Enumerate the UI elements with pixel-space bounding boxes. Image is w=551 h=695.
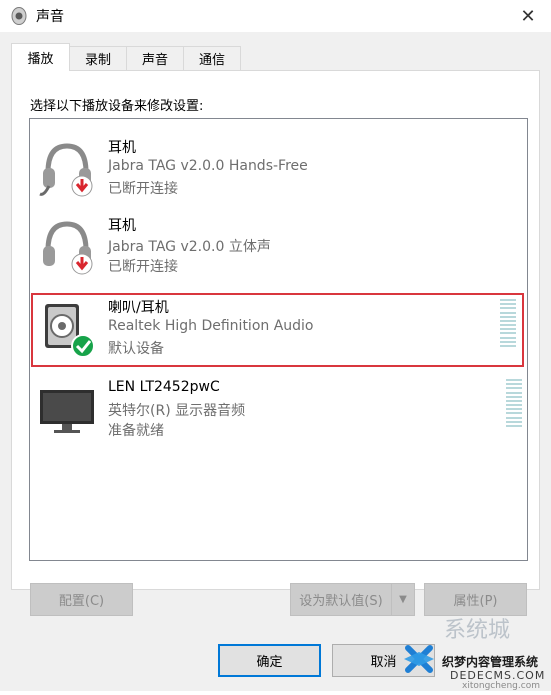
device-driver: 英特尔(R) 显示器音频: [108, 403, 246, 419]
device-driver: Jabra TAG v2.0.0 Hands-Free: [108, 158, 308, 174]
device-list[interactable]: 耳机 Jabra TAG v2.0.0 Hands-Free 已断开连接 耳机 …: [29, 118, 528, 561]
device-item[interactable]: 耳机 Jabra TAG v2.0.0 Hands-Free 已断开连接: [30, 129, 527, 207]
speaker-app-icon: [11, 7, 27, 25]
device-item-selected[interactable]: 喇叭/耳机 Realtek High Definition Audio 默认设备: [31, 293, 524, 367]
volume-meter: [500, 299, 516, 347]
device-status: 已断开连接: [108, 181, 178, 197]
device-status: 默认设备: [108, 341, 164, 357]
tab-communications[interactable]: 通信: [183, 46, 241, 70]
tab-recording[interactable]: 录制: [69, 46, 127, 70]
device-item[interactable]: LEN LT2452pwC 英特尔(R) 显示器音频 准备就绪: [30, 371, 527, 449]
instruction-text: 选择以下播放设备来修改设置:: [30, 99, 204, 114]
title-bar: 声音 ✕: [0, 0, 551, 32]
watermark-brand: 系统城: [444, 618, 511, 643]
tab-playback[interactable]: 播放: [11, 43, 70, 71]
disconnected-badge: [71, 253, 93, 275]
default-check-badge: [71, 334, 95, 358]
window-title: 声音: [36, 9, 64, 25]
device-status: 准备就绪: [108, 423, 164, 439]
disconnected-badge: [71, 175, 93, 197]
watermark-site-cn: 织梦内容管理系统: [442, 655, 539, 669]
device-name: 喇叭/耳机: [108, 300, 169, 316]
monitor-icon: [40, 390, 94, 433]
ok-button[interactable]: 确定: [218, 644, 321, 677]
close-button[interactable]: ✕: [505, 0, 551, 32]
device-name: LEN LT2452pwC: [108, 379, 220, 395]
speaker-icon: [45, 304, 95, 358]
watermark-small-url: xitongcheng.com: [462, 681, 540, 691]
device-driver: Realtek High Definition Audio: [108, 318, 314, 334]
device-status: 已断开连接: [108, 259, 178, 275]
tab-sounds[interactable]: 声音: [126, 46, 184, 70]
device-name: 耳机: [108, 218, 136, 234]
volume-meter: [506, 379, 522, 427]
close-icon: ✕: [520, 5, 536, 27]
device-item[interactable]: 耳机 Jabra TAG v2.0.0 立体声 已断开连接: [30, 207, 527, 285]
chevron-down-icon: ▼: [399, 594, 407, 605]
watermark-x-logo: [404, 645, 434, 673]
device-driver: Jabra TAG v2.0.0 立体声: [108, 239, 271, 255]
watermark: 系统城 织梦内容管理系统 DEDECMS.COM xitongcheng.com: [400, 610, 551, 691]
headset-icon: [39, 143, 93, 197]
device-name: 耳机: [108, 140, 136, 156]
configure-button[interactable]: 配置(C): [30, 583, 133, 616]
set-default-button[interactable]: 设为默认值(S): [290, 583, 392, 616]
headphones-icon: [43, 221, 93, 275]
